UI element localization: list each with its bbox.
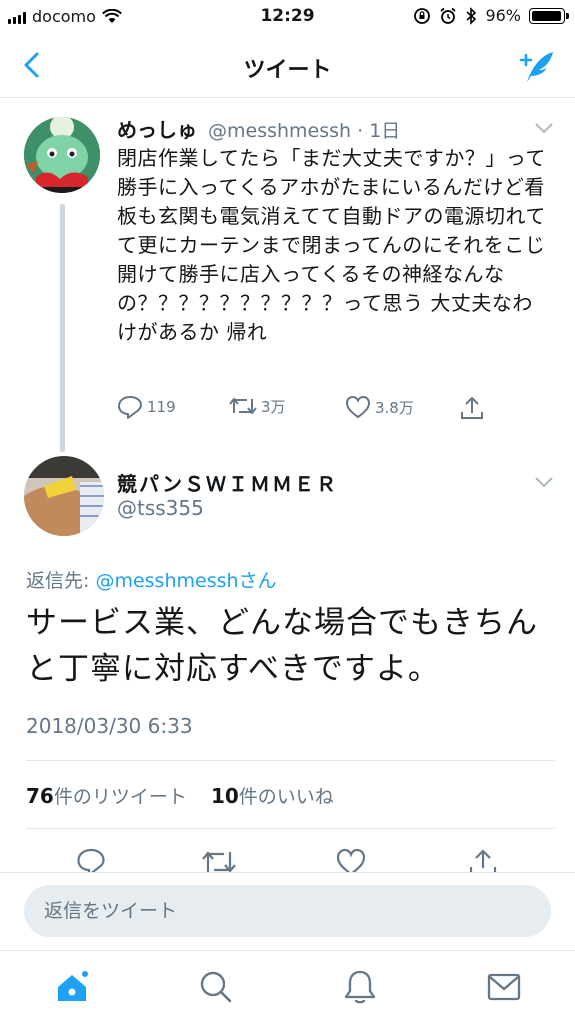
like-stat-count: 10: [210, 784, 239, 808]
tweet-timestamp: 2018/03/30 6:33: [26, 714, 193, 738]
mail-icon: [487, 973, 521, 1001]
compose-tweet-icon[interactable]: [517, 46, 557, 86]
chevron-down-icon[interactable]: [534, 122, 554, 134]
reply-icon: [118, 396, 142, 419]
parent-author-name[interactable]: めっしゅ: [117, 114, 197, 143]
retweet-stat-label: 件のリツイート: [53, 786, 187, 808]
reply-to-line: 返信先: @messhmesshさん: [26, 566, 277, 593]
divider: [26, 828, 555, 829]
reply-count: 119: [147, 398, 176, 416]
reply-to-prefix: 返信先:: [26, 570, 96, 592]
tab-home[interactable]: [52, 967, 92, 1007]
reply-composer: [0, 872, 575, 950]
likes-stat[interactable]: 10件のいいね: [210, 784, 334, 808]
avatar[interactable]: [24, 456, 104, 536]
nav-bar: ツイート: [0, 34, 575, 98]
reply-author-name[interactable]: 競パンＳＷＩＭＭＥＲ: [117, 468, 338, 497]
tab-messages[interactable]: [484, 967, 524, 1007]
tab-search[interactable]: [196, 967, 236, 1007]
reply-button[interactable]: 119: [117, 395, 176, 419]
share-icon[interactable]: [468, 848, 498, 874]
orientation-lock-icon: [414, 7, 431, 24]
bluetooth-icon: [466, 6, 477, 25]
reply-author-handle[interactable]: @tss355: [117, 496, 204, 520]
tab-bar: [0, 950, 575, 1024]
divider: [26, 760, 555, 761]
share-button[interactable]: [459, 395, 485, 421]
retweets-stat[interactable]: 76件のリツイート: [26, 784, 187, 808]
battery-fill: [532, 10, 561, 21]
retweet-icon: [229, 398, 257, 414]
page-title: ツイート: [243, 58, 332, 83]
reply-tweet-actions: [0, 838, 575, 874]
like-button[interactable]: 3.8万: [345, 395, 414, 419]
avatar[interactable]: [24, 117, 100, 193]
tweet-stats: 76件のリツイート 10件のいいね: [26, 782, 334, 809]
alarm-icon: [440, 7, 457, 24]
thread-line: [60, 204, 65, 452]
tab-notifications[interactable]: [340, 967, 380, 1007]
battery-icon: [529, 7, 569, 24]
bell-icon: [344, 970, 376, 1004]
status-right: 96%: [413, 6, 569, 25]
battery-percent: 96%: [485, 6, 521, 25]
parent-tweet-text: 閉店作業してたら「まだ大丈夫ですか？」って勝手に入ってくるアホがたまにいるんだけ…: [117, 146, 546, 344]
avatar-image: [24, 456, 104, 536]
heart-icon[interactable]: [336, 848, 366, 874]
parent-tweet-actions: 119 3万 3.8万: [117, 395, 517, 425]
status-bar: docomo 12:29 96%: [0, 0, 575, 34]
search-icon: [200, 971, 232, 1003]
reply-to-mention[interactable]: @messhmesshさん: [95, 570, 276, 592]
home-icon: [58, 969, 90, 1001]
reply-icon[interactable]: [76, 848, 106, 874]
retweet-stat-count: 76: [26, 784, 54, 808]
retweet-count: 3万: [261, 397, 286, 416]
reply-tweet-text: サービス業、どんな場合でもきちんと丁寧に対応すべきですよ。: [26, 605, 538, 687]
like-stat-label: 件のいいね: [238, 786, 334, 808]
avatar-image: [24, 117, 100, 193]
share-icon: [461, 397, 483, 419]
parent-author-handle: @messhmessh · 1日: [208, 120, 401, 142]
retweet-button[interactable]: 3万: [229, 395, 286, 417]
chevron-down-icon[interactable]: [534, 476, 554, 488]
heart-icon: [345, 395, 371, 419]
like-count: 3.8万: [375, 398, 414, 417]
reply-input[interactable]: [24, 885, 551, 937]
retweet-icon[interactable]: [202, 848, 236, 874]
